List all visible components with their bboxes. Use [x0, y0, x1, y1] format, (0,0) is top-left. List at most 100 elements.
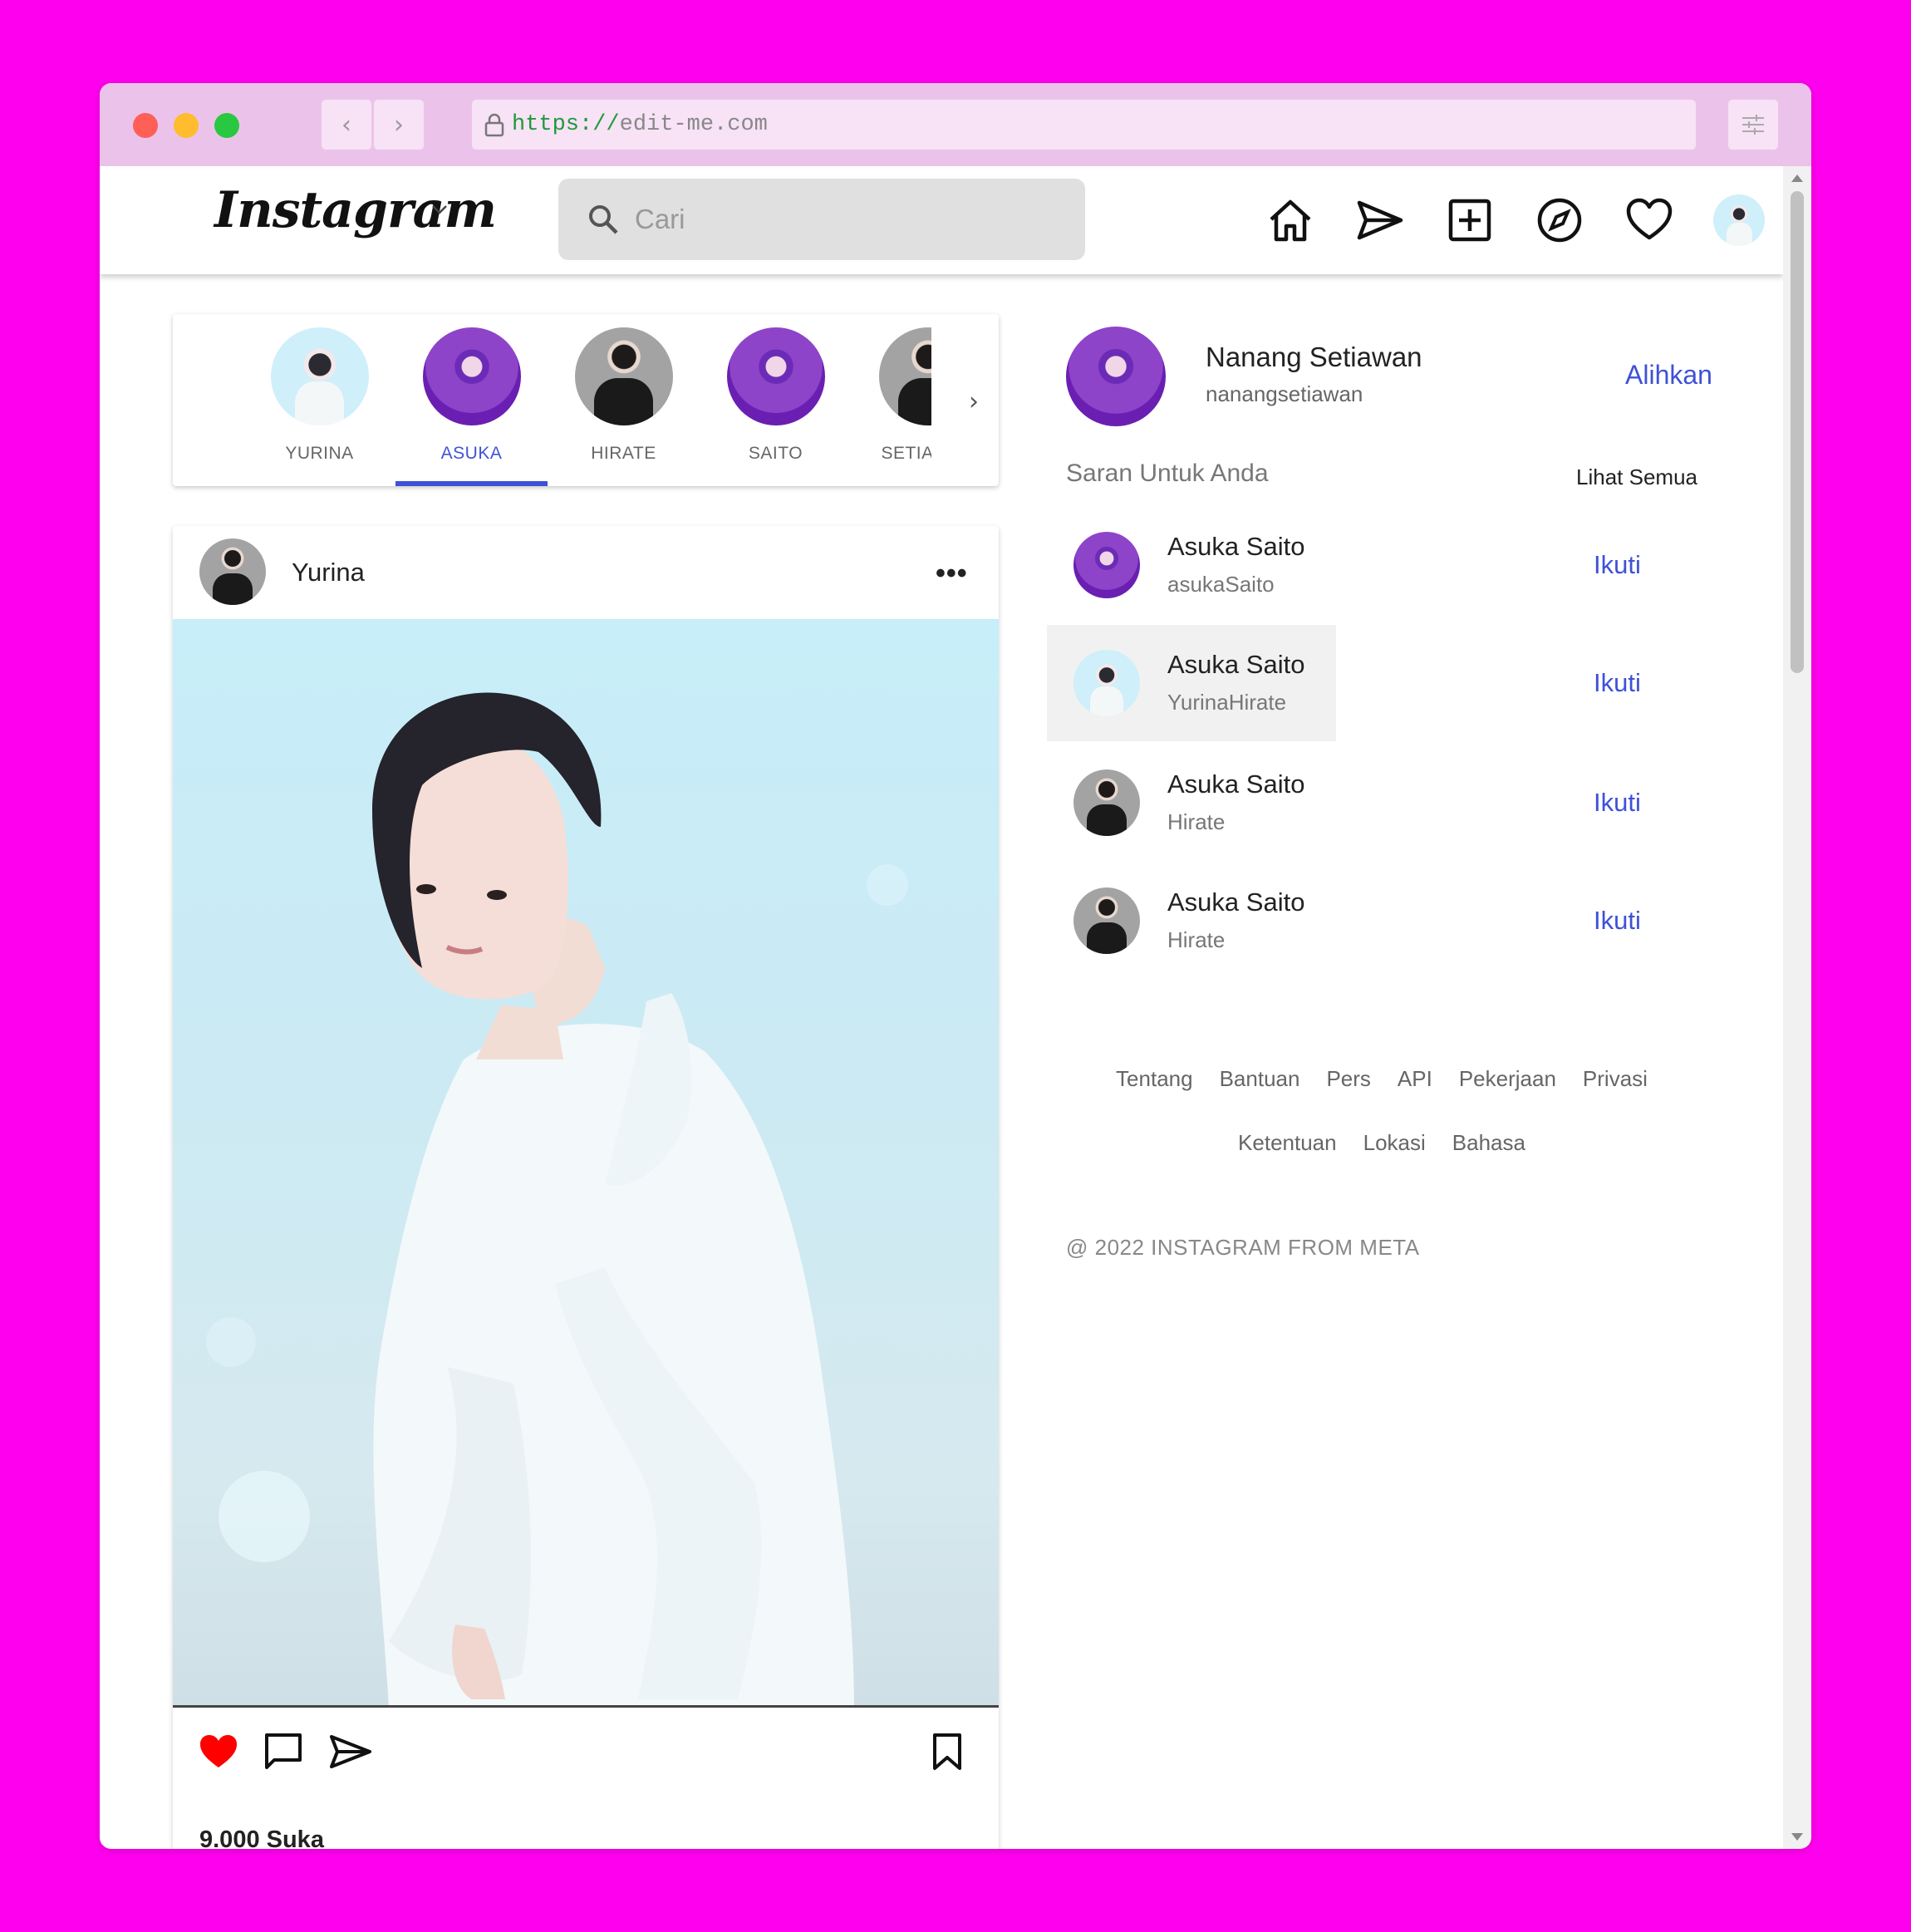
follow-button[interactable]: Ikuti: [1594, 788, 1641, 818]
story-label: ASUKA: [440, 444, 503, 463]
story-label: YURINA: [285, 444, 354, 463]
current-user-avatar[interactable]: [1066, 327, 1166, 426]
story-item[interactable]: SAITO: [700, 327, 852, 486]
comment-icon[interactable]: [264, 1733, 302, 1771]
current-user-username: nanangsetiawan: [1206, 381, 1363, 406]
home-icon[interactable]: [1265, 194, 1316, 246]
story-avatar: [726, 327, 825, 425]
address-bar[interactable]: https://edit-me.com: [472, 100, 1696, 150]
forward-button[interactable]: ›: [374, 100, 424, 150]
follow-button[interactable]: Ikuti: [1594, 550, 1641, 580]
suggestion-username: Hirate: [1167, 809, 1226, 834]
chevron-right-icon: ›: [394, 110, 404, 140]
instagram-logo[interactable]: Instagram: [214, 181, 497, 239]
story-avatar: [878, 327, 931, 425]
minimize-window-button[interactable]: [174, 113, 199, 138]
story-item[interactable]: HIRATE: [548, 327, 700, 486]
post-author-avatar[interactable]: [199, 538, 266, 605]
active-story-indicator: [395, 481, 548, 486]
footer-link[interactable]: Pers: [1326, 1066, 1370, 1092]
current-user-card: Nanang Setiawan nanangsetiawan Alihkan: [1066, 327, 1781, 435]
story-avatar: [270, 327, 369, 425]
suggestion-name[interactable]: Asuka Saito: [1167, 650, 1304, 680]
search-placeholder: Cari: [635, 204, 685, 234]
post-header: Yurina •••: [173, 526, 999, 619]
suggestion-name[interactable]: Asuka Saito: [1167, 532, 1304, 562]
suggestion-row: Asuka Saito asukaSaito Ikuti: [1047, 507, 1712, 623]
footer-link[interactable]: Pekerjaan: [1459, 1066, 1556, 1092]
stories-bar: YURINA ASUKA HIRATE SAITO SETIAWAN ›: [173, 314, 999, 486]
story-avatar: [422, 327, 521, 425]
search-icon: [589, 205, 618, 234]
lock-icon: [484, 113, 504, 137]
story-item[interactable]: SETIAWAN: [852, 327, 931, 486]
suggestions-title: Saran Untuk Anda: [1066, 460, 1269, 487]
sliders-icon: [1742, 115, 1764, 135]
suggestion-name[interactable]: Asuka Saito: [1167, 769, 1304, 799]
chevron-right-icon: ›: [969, 387, 979, 416]
suggestion-avatar[interactable]: [1073, 650, 1140, 716]
footer-link[interactable]: Privasi: [1583, 1066, 1648, 1092]
add-post-icon[interactable]: [1444, 194, 1496, 246]
suggestion-row: Asuka Saito Hirate Ikuti: [1047, 863, 1712, 979]
footer-link[interactable]: Tentang: [1116, 1066, 1193, 1092]
browser-menu-button[interactable]: [1728, 100, 1778, 150]
search-input[interactable]: Cari: [558, 179, 1085, 260]
footer-link[interactable]: API: [1398, 1066, 1432, 1092]
back-button[interactable]: ‹: [322, 100, 371, 150]
scroll-down-arrow[interactable]: [1791, 1833, 1803, 1841]
story-item[interactable]: YURINA: [243, 327, 395, 486]
stories-next-button[interactable]: ›: [969, 387, 979, 416]
footer-link[interactable]: Lokasi: [1363, 1130, 1426, 1156]
url-protocol: https://: [512, 112, 620, 137]
story-label: SAITO: [748, 444, 803, 463]
suggestion-avatar[interactable]: [1073, 769, 1140, 836]
chevron-left-icon: ‹: [341, 110, 351, 140]
close-window-button[interactable]: [133, 113, 158, 138]
url-host: edit-me.com: [619, 112, 768, 137]
copyright-text: @ 2022 INSTAGRAM FROM META: [1066, 1235, 1420, 1260]
share-icon[interactable]: [329, 1733, 372, 1771]
suggestion-row: Asuka Saito YurinaHirate Ikuti: [1047, 625, 1712, 741]
browser-window: ‹ › https://edit-me.com Instagram Cari Y…: [100, 83, 1811, 1849]
explore-icon[interactable]: [1534, 194, 1585, 246]
scroll-up-arrow[interactable]: [1791, 175, 1803, 182]
heart-icon[interactable]: [1624, 194, 1675, 246]
like-heart-icon[interactable]: [198, 1733, 239, 1771]
footer-link[interactable]: Bahasa: [1452, 1130, 1525, 1156]
story-label: HIRATE: [591, 444, 656, 463]
current-user-name[interactable]: Nanang Setiawan: [1206, 342, 1422, 373]
scroll-thumb[interactable]: [1791, 191, 1804, 673]
suggestion-avatar[interactable]: [1073, 532, 1140, 598]
story-avatar: [574, 327, 673, 425]
post-photo[interactable]: [173, 619, 999, 1708]
post-likes-count[interactable]: 9.000 Suka: [199, 1826, 324, 1849]
suggestions-header: Saran Untuk Anda Lihat Semua: [1066, 460, 1697, 501]
footer-link[interactable]: Bantuan: [1220, 1066, 1300, 1092]
suggestion-avatar[interactable]: [1073, 887, 1140, 954]
profile-avatar[interactable]: [1713, 194, 1765, 246]
post-author-name[interactable]: Yurina: [292, 558, 365, 587]
bookmark-icon[interactable]: [931, 1733, 964, 1771]
follow-button[interactable]: Ikuti: [1594, 668, 1641, 698]
suggestion-name[interactable]: Asuka Saito: [1167, 887, 1304, 917]
see-all-link[interactable]: Lihat Semua: [1576, 465, 1697, 490]
maximize-window-button[interactable]: [214, 113, 239, 138]
story-label: SETIAWAN: [881, 444, 931, 463]
page-scrollbar[interactable]: [1783, 166, 1811, 1849]
story-item[interactable]: ASUKA: [395, 327, 548, 486]
footer-link[interactable]: Ketentuan: [1238, 1130, 1337, 1156]
suggestion-username: asukaSaito: [1167, 572, 1275, 597]
switch-account-link[interactable]: Alihkan: [1625, 360, 1712, 391]
page-content: Instagram Cari YURINA ASUKA HIRATE SAITO SET…: [100, 166, 1783, 1849]
follow-button[interactable]: Ikuti: [1594, 906, 1641, 936]
send-icon[interactable]: [1354, 194, 1406, 246]
chevron-down-icon[interactable]: [430, 203, 449, 216]
post-photo-illustration: [206, 692, 908, 1705]
more-options-icon[interactable]: •••: [936, 558, 968, 590]
browser-toolbar: ‹ › https://edit-me.com: [100, 83, 1811, 166]
suggestion-row: Asuka Saito Hirate Ikuti: [1047, 745, 1712, 861]
suggestion-username: YurinaHirate: [1167, 690, 1287, 715]
footer-links: Tentang Bantuan Pers API Pekerjaan Privasi Ke…: [1066, 1066, 1697, 1194]
stories-track: YURINA ASUKA HIRATE SAITO SETIAWAN: [173, 314, 931, 486]
